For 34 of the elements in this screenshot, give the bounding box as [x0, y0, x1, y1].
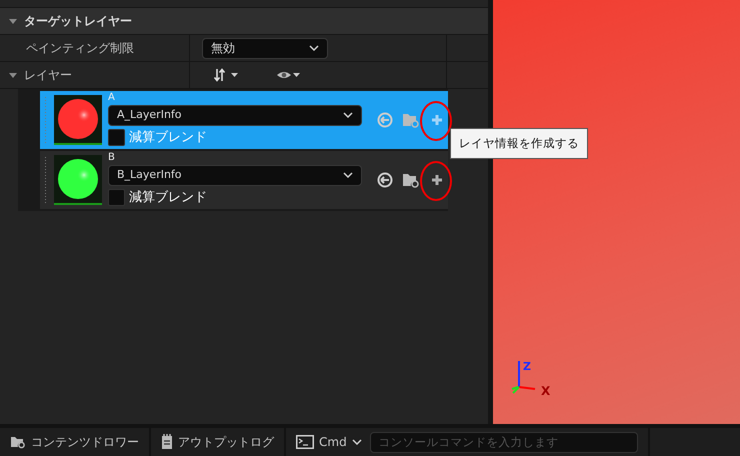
property-label: ペインティング制限: [26, 40, 134, 57]
cmd-dropdown[interactable]: Cmd: [296, 428, 362, 456]
layer-info-dropdown[interactable]: A_LayerInfo: [108, 104, 362, 126]
eye-dropdown-icon[interactable]: [276, 69, 302, 81]
subtractive-checkbox[interactable]: [108, 189, 125, 206]
expand-arrow-icon[interactable]: [8, 71, 18, 79]
chevron-down-icon: [343, 112, 353, 118]
browse-folder-icon[interactable]: [402, 172, 420, 188]
layer-info-dropdown[interactable]: B_LayerInfo: [108, 164, 362, 186]
chevron-down-icon: [352, 439, 362, 445]
tooltip: レイヤ情報を作成する: [450, 128, 588, 160]
sort-dropdown-icon[interactable]: [214, 68, 240, 82]
terminal-icon: [296, 435, 314, 449]
axis-gizmo-icon: [511, 360, 536, 394]
layers-label: レイヤー: [24, 67, 72, 84]
subtractive-checkbox[interactable]: [108, 129, 125, 146]
painting-restriction-dropdown[interactable]: 無効: [202, 38, 328, 58]
chevron-down-icon: [309, 45, 319, 51]
axis-label: X: [541, 383, 550, 400]
layer-name: A: [108, 92, 116, 103]
folder-search-icon: [10, 435, 26, 449]
layer-name: B: [108, 152, 116, 163]
plus-icon[interactable]: [431, 174, 443, 186]
console-input[interactable]: コンソールコマンドを入力します: [370, 432, 638, 452]
axis-label: Z: [523, 359, 531, 375]
chevron-down-icon: [343, 172, 353, 178]
checkbox-label: 減算ブレンド: [129, 128, 207, 147]
output-log-button[interactable]: アウトプットログ: [151, 428, 286, 456]
checkbox-label: 減算ブレンド: [129, 188, 207, 207]
expand-arrow-icon[interactable]: [8, 17, 18, 25]
section-title: ターゲットレイヤー: [24, 13, 132, 30]
log-icon: [161, 434, 173, 450]
use-asset-icon[interactable]: [377, 172, 393, 188]
content-drawer-button[interactable]: コンテンツドロワー: [0, 428, 151, 456]
